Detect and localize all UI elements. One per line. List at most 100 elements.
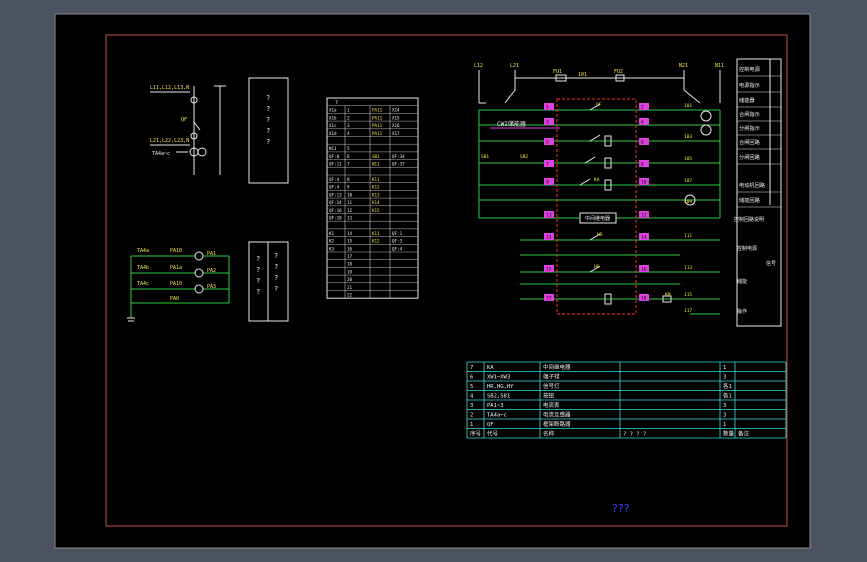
terminal-marker-label: 8 <box>641 162 644 168</box>
terminal-table-cell: 15 <box>347 239 353 244</box>
control-wire-number: 115 <box>684 292 692 298</box>
control-wire-number: 113 <box>684 265 692 271</box>
control-side-label: HG <box>594 264 600 270</box>
terminal-table-cell: 19 <box>347 269 353 274</box>
terminal-marker-label: 14 <box>641 235 647 241</box>
terminal-marker-label: 12 <box>641 213 647 219</box>
parts-table-header-cell: 名称 <box>543 430 555 438</box>
relay-label: 中间继电器 <box>585 215 610 222</box>
one-line-top-label: L11,L12,L13,N <box>150 85 189 91</box>
terminal-box-2-cell: ? <box>256 288 260 296</box>
function-item: 控制电源 <box>739 65 761 73</box>
parts-table-cell: QF <box>487 422 494 428</box>
meter-ct-label: TA4c <box>137 281 149 287</box>
terminal-marker-label: 13 <box>546 235 552 241</box>
function-item: 电动机回路 <box>739 181 766 189</box>
terminal-box-2-cell: ? <box>274 252 278 260</box>
ammeter-icon <box>194 284 204 294</box>
control-top-label: N11 <box>715 63 724 69</box>
parts-table-cell: 1 <box>723 422 726 428</box>
terminal-table-cell: PA11 <box>372 131 383 136</box>
terminal-table-cell: QF:34 <box>392 154 405 159</box>
control-top-label: 101 <box>578 72 587 78</box>
terminal-marker-label: 1 <box>546 105 549 111</box>
meter-label: PA1a <box>170 265 182 271</box>
control-top-label: L12 <box>474 63 483 69</box>
terminal-table-cell: X1b <box>329 115 337 120</box>
control-wire-number: 103 <box>684 134 692 140</box>
terminal-table-cell: 21 <box>347 285 353 290</box>
drawing-sheet <box>54 13 811 549</box>
terminal-table-header: ? <box>335 100 338 106</box>
parts-table-cell: SB2,SB1 <box>487 394 510 400</box>
control-side-label: QF <box>596 102 602 108</box>
terminal-table-cell: X17 <box>392 131 400 136</box>
parts-table-header-cell: 序号 <box>470 430 482 438</box>
terminal-marker-label: 17 <box>546 296 552 302</box>
function-sub2: 信号 <box>766 260 776 267</box>
ammeter-icon <box>194 268 204 278</box>
terminal-table-cell: N11 <box>329 146 337 151</box>
parts-table-header-cell: ? ? ? ? <box>623 432 646 438</box>
terminal-marker-label: 3 <box>546 120 549 126</box>
parts-table-cell: KA <box>487 365 494 371</box>
control-side-label: KA <box>594 177 600 183</box>
function-sub1: 控制电源 <box>737 245 757 252</box>
terminal-table-cell: X1c <box>329 123 337 128</box>
parts-table-cell: 电流互感器 <box>543 411 571 419</box>
meter-ammeter-label: PA2 <box>207 268 216 274</box>
ammeter-icon <box>194 251 204 261</box>
parts-table-cell: 3 <box>723 403 726 409</box>
control-wire-number: 109 <box>684 199 692 205</box>
parts-table-cell: 信号灯 <box>543 382 560 390</box>
parts-table-cell: 3 <box>470 403 473 409</box>
terminal-table-cell: QF:4 <box>329 185 340 190</box>
control-left-label: CWI储能器 <box>497 120 526 128</box>
terminal-table-cell: 11 <box>347 200 353 205</box>
terminal-table-cell: N11 <box>372 162 380 167</box>
control-side-label: HR <box>597 232 603 238</box>
terminal-box-1-line: ? <box>266 105 270 113</box>
function-item: 储能回路 <box>739 196 761 204</box>
cad-drawing-canvas[interactable]: L11,L12,L13,N QF L21,L22,L23,N TA4a~c ? … <box>0 0 867 562</box>
terminal-box-1-line: ? <box>266 138 270 146</box>
meter-ammeter-label: PA3 <box>207 284 216 290</box>
terminal-marker-label: 9 <box>546 180 549 186</box>
function-item: 电源指示 <box>739 81 760 89</box>
meter-label: PA10 <box>170 281 182 287</box>
terminal-table-cell: 17 <box>347 254 353 259</box>
terminal-box-2-cell: ? <box>274 285 278 293</box>
meter-ct-label: TA4a <box>137 248 149 254</box>
terminal-marker-label: 15 <box>546 267 552 273</box>
terminal-box-2-cell: ? <box>256 266 260 274</box>
terminal-table-cell: 18 <box>347 262 353 267</box>
control-wire-number: 111 <box>684 233 692 239</box>
terminal-table-cell: QF:18 <box>329 216 342 221</box>
function-item: 合闸指示 <box>739 110 760 118</box>
terminal-table-cell: PA11 <box>372 123 383 128</box>
terminal-table-cell: QF:0 <box>329 154 340 159</box>
terminal-table-cell: K15 <box>372 208 380 213</box>
terminal-box-2-cell: ? <box>274 274 278 282</box>
parts-table-cell: TA4a~c <box>487 413 507 419</box>
terminal-table-cell: PA11 <box>372 108 383 113</box>
parts-table-cell: 1 <box>723 365 726 371</box>
drawing-stamp: ??? <box>612 502 630 515</box>
terminal-table-cell: QF:4 <box>392 246 403 251</box>
control-top-label: FU2 <box>614 69 623 75</box>
meter-device-label: PA0 <box>170 296 179 302</box>
terminal-marker-label: 18 <box>641 296 647 302</box>
control-top-label: FU1 <box>553 69 562 75</box>
terminal-table-cell: 13 <box>347 216 353 221</box>
parts-table-cell: 端子排 <box>543 373 560 381</box>
terminal-table-cell: K13 <box>372 192 380 197</box>
terminal-table-cell: QF:4 <box>329 177 340 182</box>
terminal-table-cell: QF:14 <box>329 200 342 205</box>
terminal-table-cell: QF:1 <box>392 231 403 236</box>
parts-table-header-cell: 数量 <box>723 430 735 438</box>
terminal-table-cell: QF:37 <box>392 162 405 167</box>
terminal-marker-label: 6 <box>641 140 644 146</box>
terminal-box-2-cell: ? <box>274 263 278 271</box>
terminal-box-1-line: ? <box>266 116 270 124</box>
terminal-box-1-line: ? <box>266 94 270 102</box>
